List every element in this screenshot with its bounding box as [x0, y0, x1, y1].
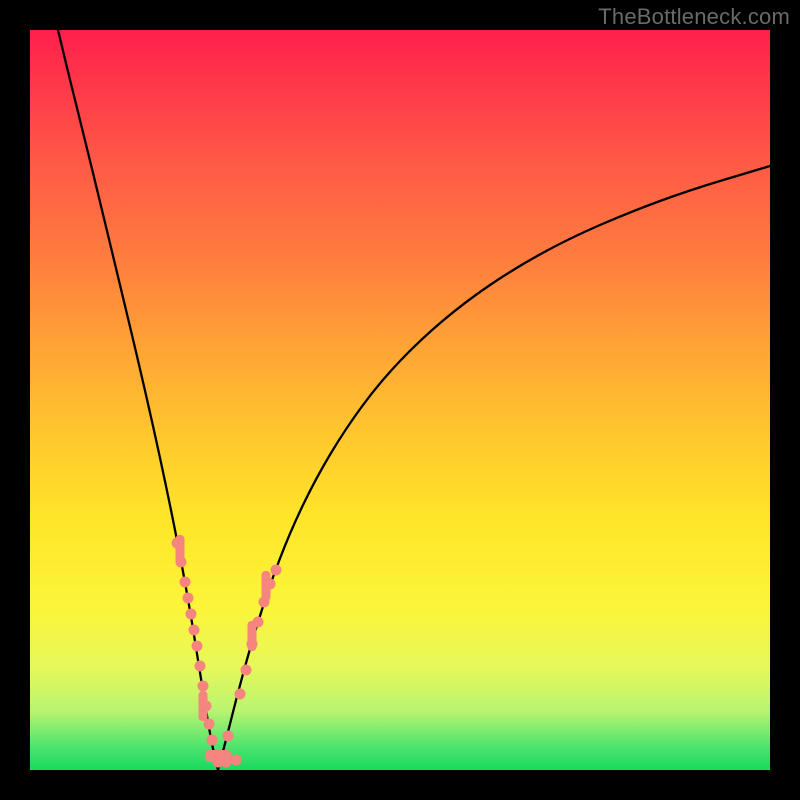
bottleneck-curve [58, 30, 770, 770]
marker-dot [204, 719, 215, 730]
marker-dot [201, 701, 212, 712]
marker-dot [186, 609, 197, 620]
marker-dot [265, 579, 276, 590]
marker-dot [241, 665, 252, 676]
marker-dot [221, 757, 232, 768]
marker-dot [172, 538, 183, 549]
data-markers [172, 535, 282, 768]
marker-dot [180, 577, 191, 588]
marker-dot [207, 735, 218, 746]
marker-dot [253, 617, 264, 628]
marker-dot [235, 689, 246, 700]
marker-dot [195, 661, 206, 672]
marker-dot [189, 625, 200, 636]
marker-dot [247, 639, 258, 650]
marker-dot [223, 731, 234, 742]
watermark-text: TheBottleneck.com [598, 4, 790, 30]
marker-dot [192, 641, 203, 652]
marker-dot [183, 593, 194, 604]
plot-area [30, 30, 770, 770]
marker-dot [259, 597, 270, 608]
marker-dot [271, 565, 282, 576]
chart-frame: TheBottleneck.com [0, 0, 800, 800]
marker-dot [231, 755, 242, 766]
curve-svg [30, 30, 770, 770]
marker-dot [198, 681, 209, 692]
marker-dot [176, 557, 187, 568]
